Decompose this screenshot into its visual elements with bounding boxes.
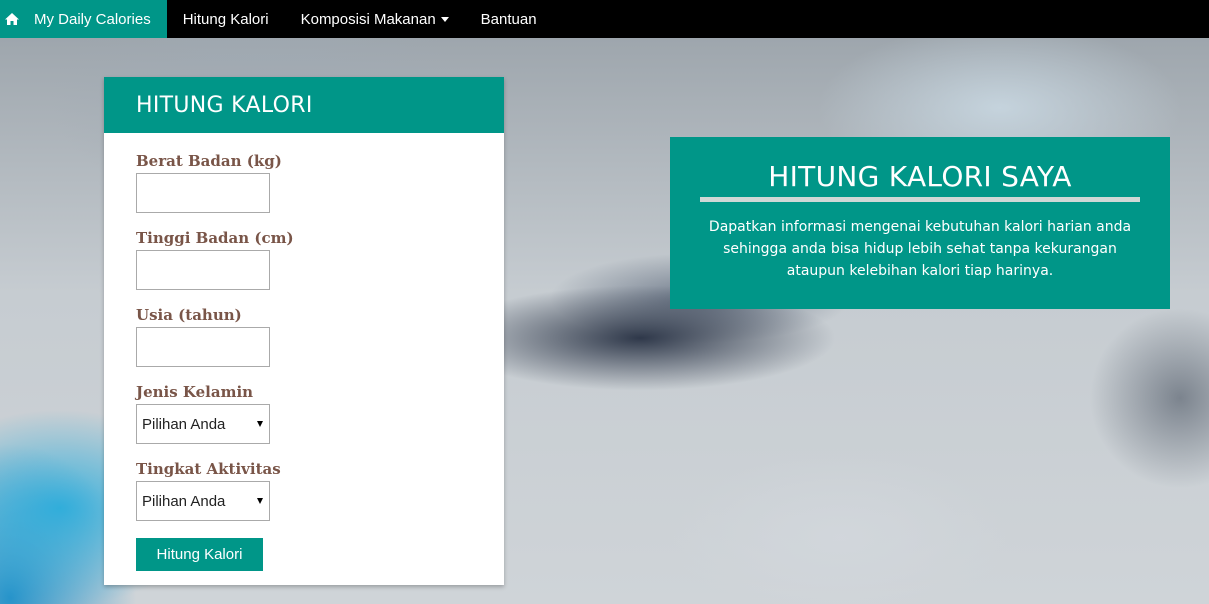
height-input[interactable] <box>136 250 270 290</box>
nav-item-komposisi-makanan[interactable]: Komposisi Makanan <box>285 0 465 38</box>
weight-input[interactable] <box>136 173 270 213</box>
info-panel: HITUNG KALORI SAYA Dapatkan informasi me… <box>670 137 1170 309</box>
form-body: Berat Badan (kg) Tinggi Badan (cm) Usia … <box>104 133 504 571</box>
nav-brand[interactable]: My Daily Calories <box>0 0 167 38</box>
dropdown-arrow-icon <box>257 498 263 504</box>
height-label: Tinggi Badan (cm) <box>136 229 294 247</box>
info-title: HITUNG KALORI SAYA <box>768 160 1072 193</box>
gender-select-value: Pilihan Anda <box>142 415 226 433</box>
form-title: HITUNG KALORI <box>104 77 504 133</box>
activity-label: Tingkat Aktivitas <box>136 460 281 478</box>
nav-item-label: Bantuan <box>480 10 537 28</box>
gender-label: Jenis Kelamin <box>136 383 254 401</box>
dropdown-arrow-icon <box>257 421 263 427</box>
age-input[interactable] <box>136 327 270 367</box>
activity-select-value: Pilihan Anda <box>142 492 226 510</box>
nav-item-label: Hitung Kalori <box>182 10 269 28</box>
age-label: Usia (tahun) <box>136 306 242 324</box>
info-description: Dapatkan informasi mengenai kebutuhan ka… <box>708 219 1132 279</box>
activity-select[interactable]: Pilihan Anda <box>136 481 270 521</box>
calorie-form-card: HITUNG KALORI Berat Badan (kg) Tinggi Ba… <box>104 77 504 585</box>
info-divider <box>700 197 1140 202</box>
weight-label: Berat Badan (kg) <box>136 152 282 170</box>
home-icon <box>4 12 20 26</box>
nav-item-label: Komposisi Makanan <box>300 10 436 28</box>
caret-down-icon <box>440 16 449 22</box>
nav-brand-label: My Daily Calories <box>34 10 151 28</box>
hitung-kalori-button[interactable]: Hitung Kalori <box>136 538 263 571</box>
navbar: My Daily Calories Hitung Kalori Komposis… <box>0 0 1209 38</box>
nav-item-hitung-kalori[interactable]: Hitung Kalori <box>167 0 285 38</box>
gender-select[interactable]: Pilihan Anda <box>136 404 270 444</box>
nav-item-bantuan[interactable]: Bantuan <box>465 0 553 38</box>
